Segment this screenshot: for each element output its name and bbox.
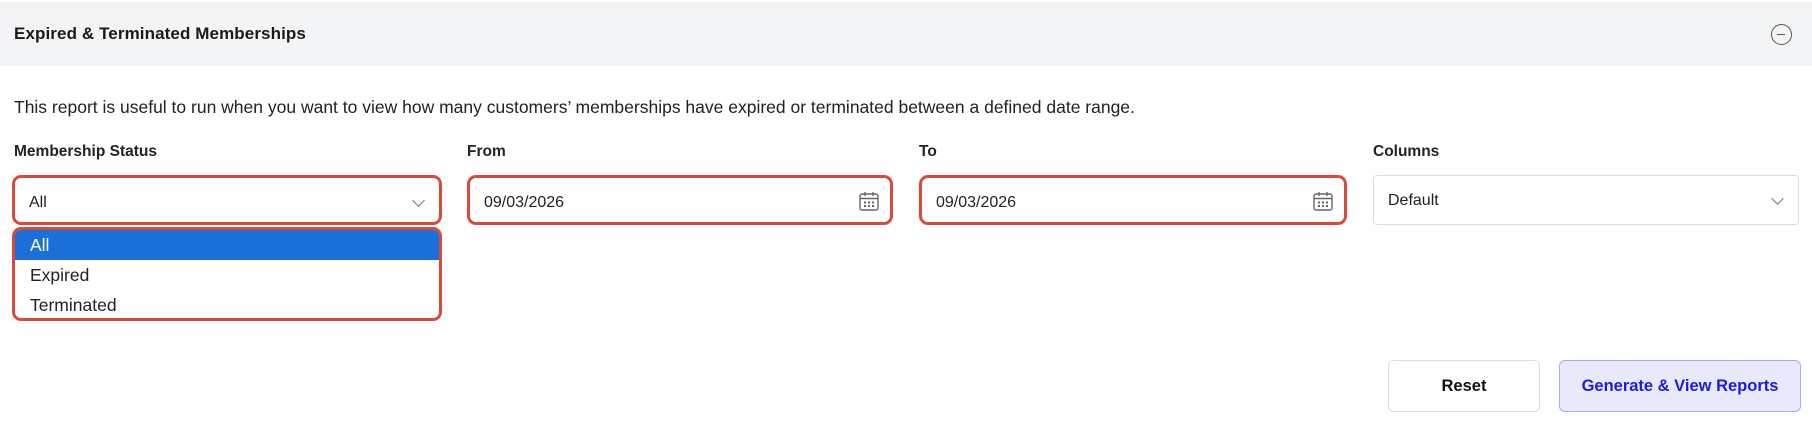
columns-label: Columns	[1373, 143, 1440, 160]
calendar-icon[interactable]	[1312, 190, 1334, 212]
from-label: From	[467, 143, 506, 160]
membership-status-value: All	[29, 194, 47, 211]
to-date-input[interactable]: 09/03/2026	[919, 175, 1347, 225]
reset-button[interactable]: Reset	[1388, 360, 1540, 412]
from-date-input[interactable]: 09/03/2026	[467, 175, 893, 225]
chevron-down-icon	[1771, 192, 1784, 205]
option-terminated[interactable]: Terminated	[15, 290, 439, 318]
generate-view-reports-button[interactable]: Generate & View Reports	[1559, 360, 1801, 412]
option-all[interactable]: All	[15, 230, 439, 260]
minus-circle-icon[interactable]	[1771, 24, 1792, 45]
panel-header: Expired & Terminated Memberships	[0, 0, 1812, 66]
membership-status-label: Membership Status	[14, 143, 157, 160]
calendar-icon[interactable]	[858, 190, 880, 212]
membership-status-dropdown: All Expired Terminated	[12, 227, 442, 321]
from-date-value: 09/03/2026	[484, 194, 565, 211]
to-date-value: 09/03/2026	[936, 194, 1017, 211]
membership-status-select[interactable]: All	[12, 175, 442, 225]
panel-title: Expired & Terminated Memberships	[14, 24, 306, 43]
option-expired[interactable]: Expired	[15, 260, 439, 290]
report-description: This report is useful to run when you wa…	[14, 97, 1135, 117]
chevron-down-icon	[412, 194, 425, 207]
columns-select[interactable]: Default	[1373, 175, 1799, 225]
to-label: To	[919, 143, 937, 160]
columns-value: Default	[1388, 192, 1439, 209]
